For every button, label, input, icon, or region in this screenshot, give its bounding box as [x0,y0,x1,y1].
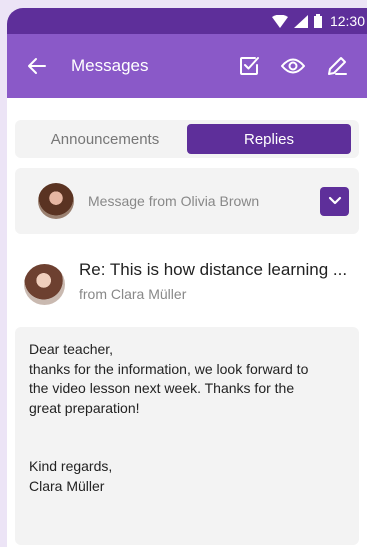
compose-button[interactable] [323,52,351,80]
message-sender: from Clara Müller [79,286,187,302]
sender-select-label: Message from Olivia Brown [88,193,260,209]
app-bar: Messages [7,34,367,98]
status-bar: 12:30 [7,8,367,34]
page-title: Messages [71,56,149,75]
select-button[interactable] [235,52,263,80]
checkbox-icon [240,57,259,75]
message-line: the video lesson next week. Thanks for t… [29,380,295,396]
message-closing: Kind regards, [29,458,113,474]
wifi-icon [271,14,288,28]
battery-icon [313,14,322,28]
tab-switcher: Announcements Replies [15,120,359,158]
avatar [24,264,65,305]
status-time: 12:30 [329,13,365,29]
message-signature: Clara Müller [29,477,105,494]
eye-icon [281,58,305,74]
signal-icon [293,14,308,28]
pencil-icon [328,57,347,75]
message-greeting: Dear teacher, [29,341,114,357]
message-body: Dear teacher, thanks for the information… [15,327,359,545]
message-subject: Re: This is how distance learning ... [79,260,348,279]
chevron-down-icon [328,196,341,205]
message-line: great preparation! [29,399,140,416]
back-button[interactable] [23,52,51,80]
sender-select[interactable]: Message from Olivia Brown [15,168,359,234]
arrow-left-icon [28,58,46,74]
avatar [38,183,74,219]
tab-announcements[interactable]: Announcements [23,124,187,154]
view-button[interactable] [279,52,307,80]
phone-screen: 12:30 Messages Announcements Replies Mes… [7,8,367,547]
message-line: thanks for the information, we look forw… [29,360,309,377]
message-header: Re: This is how distance learning ... fr… [15,260,359,305]
tab-replies[interactable]: Replies [187,124,351,154]
sender-dropdown-button[interactable] [320,186,349,216]
